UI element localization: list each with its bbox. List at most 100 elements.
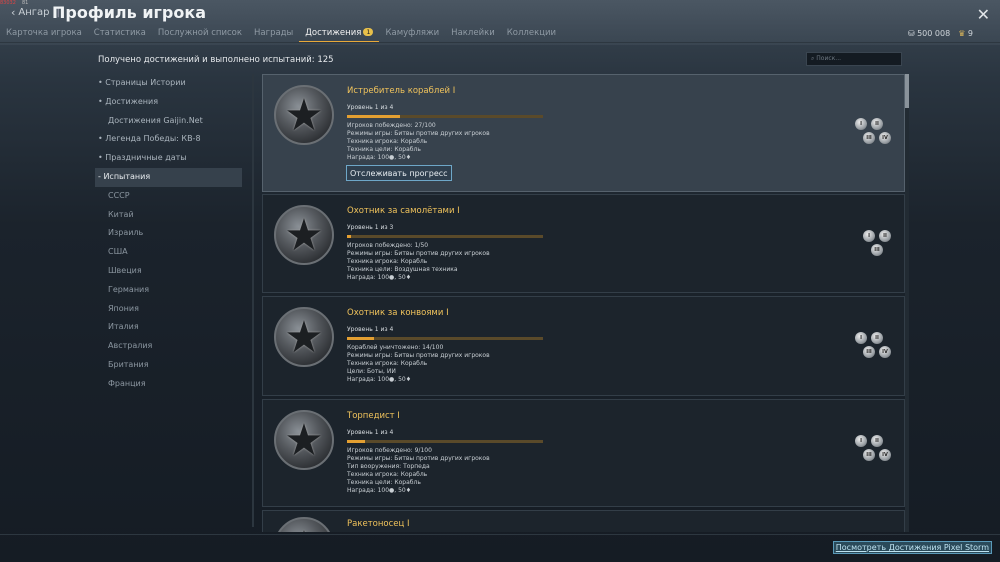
category-sidebar: • Страницы Истории • Достижения Достижения… [95, 74, 242, 394]
sidebar-item[interactable]: Достижения Gaijin.Net [95, 112, 242, 131]
tier-medals: I II III IV [855, 435, 895, 465]
sidebar-item[interactable]: • Страницы Истории [95, 74, 242, 93]
rank-icon: ♛ [958, 29, 966, 38]
tier-medal-icon[interactable]: II [871, 435, 883, 447]
medal-icon: ★ [274, 307, 334, 367]
tier-medal-icon[interactable]: I [855, 435, 867, 447]
sidebar-item-label: Легенда Победы: КВ-8 [105, 134, 201, 144]
tier-medal-icon[interactable]: IV [879, 346, 891, 358]
detail-line: Режимы игры: Битвы против других игроков [347, 455, 490, 462]
tab-decals[interactable]: Наклейки [445, 26, 501, 43]
achievement-card[interactable]: ★ Охотник за самолётами I Уровень 1 из 3 Иг… [262, 194, 905, 293]
tier-medal-icon[interactable]: III [871, 244, 883, 256]
tier-medal-icon[interactable]: II [879, 230, 891, 242]
silver-icon: ⛁ [907, 29, 915, 38]
search-input[interactable]: ⌕ Поиск... [806, 52, 902, 66]
sidebar-item[interactable]: Израиль [95, 224, 242, 243]
chevron-left-icon: ‹ [11, 6, 16, 19]
sidebar-item[interactable]: Швеция [95, 262, 242, 281]
scrollbar-thumb[interactable] [905, 74, 909, 108]
tier-medal-icon[interactable]: III [863, 132, 875, 144]
page-title: Профиль игрока [52, 3, 206, 22]
pixel-storm-achievements-link[interactable]: Посмотреть Достижения Pixel Storm [832, 541, 992, 554]
back-label: Ангар [18, 7, 50, 18]
tier-medal-icon[interactable]: I [855, 332, 867, 344]
tier-medal-icon[interactable]: IV [879, 449, 891, 461]
medal-icon: ★ [274, 205, 334, 265]
close-icon[interactable]: ✕ [977, 5, 990, 24]
progress-fill [347, 440, 365, 443]
achievement-level: Уровень 1 из 4 [347, 429, 394, 436]
sidebar-item[interactable]: Германия [95, 281, 242, 300]
sidebar-item[interactable]: США [95, 243, 242, 262]
search-icon: ⌕ [811, 55, 815, 62]
achievement-card[interactable]: ★ Торпедист I Уровень 1 из 4 Игроков побежд… [262, 399, 905, 507]
sidebar-item[interactable]: Австралия [95, 337, 242, 356]
achievement-name: Охотник за конвоями I [347, 308, 449, 318]
detail-line: Режимы игры: Битвы против других игроков [347, 250, 490, 257]
detail-line: Кораблей уничтожено: 14/100 [347, 344, 444, 351]
tier-medals: I II III [863, 230, 903, 260]
sidebar-item[interactable]: • Достижения [95, 93, 242, 112]
sidebar-item[interactable]: Япония [95, 300, 242, 319]
tier-medal-icon[interactable]: II [871, 332, 883, 344]
footer-divider [0, 534, 1000, 535]
achievement-name: Торпедист I [347, 411, 400, 421]
sidebar-item[interactable]: Италия [95, 318, 242, 337]
detail-line: Награда: 100●, 50♦ [347, 376, 412, 383]
detail-line: Цели: Боты, ИИ [347, 368, 396, 375]
search-placeholder: Поиск... [816, 55, 842, 62]
tier-medal-icon[interactable]: III [863, 449, 875, 461]
track-progress-button[interactable]: Отслеживать прогресс [346, 165, 452, 181]
achievement-card[interactable]: ★ Ракетоносец I [262, 510, 905, 532]
tier-medal-icon[interactable]: I [863, 230, 875, 242]
sidebar-item-label: Япония [108, 303, 139, 313]
progress-bar [347, 440, 543, 443]
sidebar-item[interactable]: Китай [95, 206, 242, 225]
tier-medal-icon[interactable]: I [855, 118, 867, 130]
achievement-card[interactable]: ★ Истребитель кораблей I Уровень 1 из 4 Игр… [262, 74, 905, 192]
achievements-summary: Получено достижений и выполнено испытани… [98, 55, 334, 65]
tab-badge: 1 [363, 28, 374, 36]
rank-display: ♛ 9 [958, 29, 973, 38]
tier-medal-icon[interactable]: II [871, 118, 883, 130]
sidebar-item[interactable]: - Испытания [95, 167, 242, 187]
tier-medals: I II III IV [855, 332, 895, 362]
detail-line: Режимы игры: Битвы против других игроков [347, 130, 490, 137]
sidebar-item[interactable]: СССР [95, 187, 242, 206]
sidebar-item-label: Испытания [103, 171, 151, 181]
tab-camouflages[interactable]: Камуфляжи [379, 26, 445, 43]
sidebar-item-label: Достижения [105, 96, 159, 106]
tier-medal-icon[interactable]: IV [879, 132, 891, 144]
sidebar-item-label: Франция [108, 378, 146, 388]
tab-achievements[interactable]: Достижения 1 [299, 26, 380, 43]
star-icon: ★ [284, 209, 324, 261]
sidebar-item[interactable]: • Праздничные даты [95, 149, 242, 168]
currency-panel: ⛁ 500 008 ♛ 9 [908, 29, 973, 38]
achievement-list: ★ Истребитель кораблей I Уровень 1 из 4 Игр… [262, 74, 905, 532]
detail-line: Награда: 100●, 50♦ [347, 154, 412, 161]
achievement-details: Кораблей уничтожено: 14/100 Режимы игры: … [347, 344, 490, 384]
sidebar-item[interactable]: • Легенда Победы: КВ-8 [95, 130, 242, 149]
tab-player-card[interactable]: Карточка игрока [0, 26, 88, 43]
medal-icon: ★ [274, 85, 334, 145]
tab-collections[interactable]: Коллекции [501, 26, 562, 43]
achievement-level: Уровень 1 из 3 [347, 224, 394, 231]
detail-line: Техника игрока: Корабль [347, 360, 428, 367]
progress-bar [347, 115, 543, 118]
star-icon: ★ [284, 89, 324, 141]
sidebar-item[interactable]: Франция [95, 375, 242, 394]
tab-awards[interactable]: Награды [248, 26, 299, 43]
sidebar-item[interactable]: Британия [95, 356, 242, 375]
progress-fill [347, 235, 351, 238]
achievement-card[interactable]: ★ Охотник за конвоями I Уровень 1 из 4 Кора… [262, 296, 905, 396]
achievement-details: Игроков побеждено: 9/100 Режимы игры: Бит… [347, 447, 490, 495]
silver-value: 500 008 [917, 29, 951, 38]
tier-medal-icon[interactable]: III [863, 346, 875, 358]
achievement-level: Уровень 1 из 4 [347, 326, 394, 333]
detail-line: Награда: 100●, 50♦ [347, 487, 412, 494]
list-scrollbar[interactable] [905, 74, 909, 532]
tab-statistics[interactable]: Статистика [88, 26, 152, 43]
tab-service-record[interactable]: Послужной список [152, 26, 248, 43]
tab-achievements-label: Достижения [305, 28, 362, 38]
